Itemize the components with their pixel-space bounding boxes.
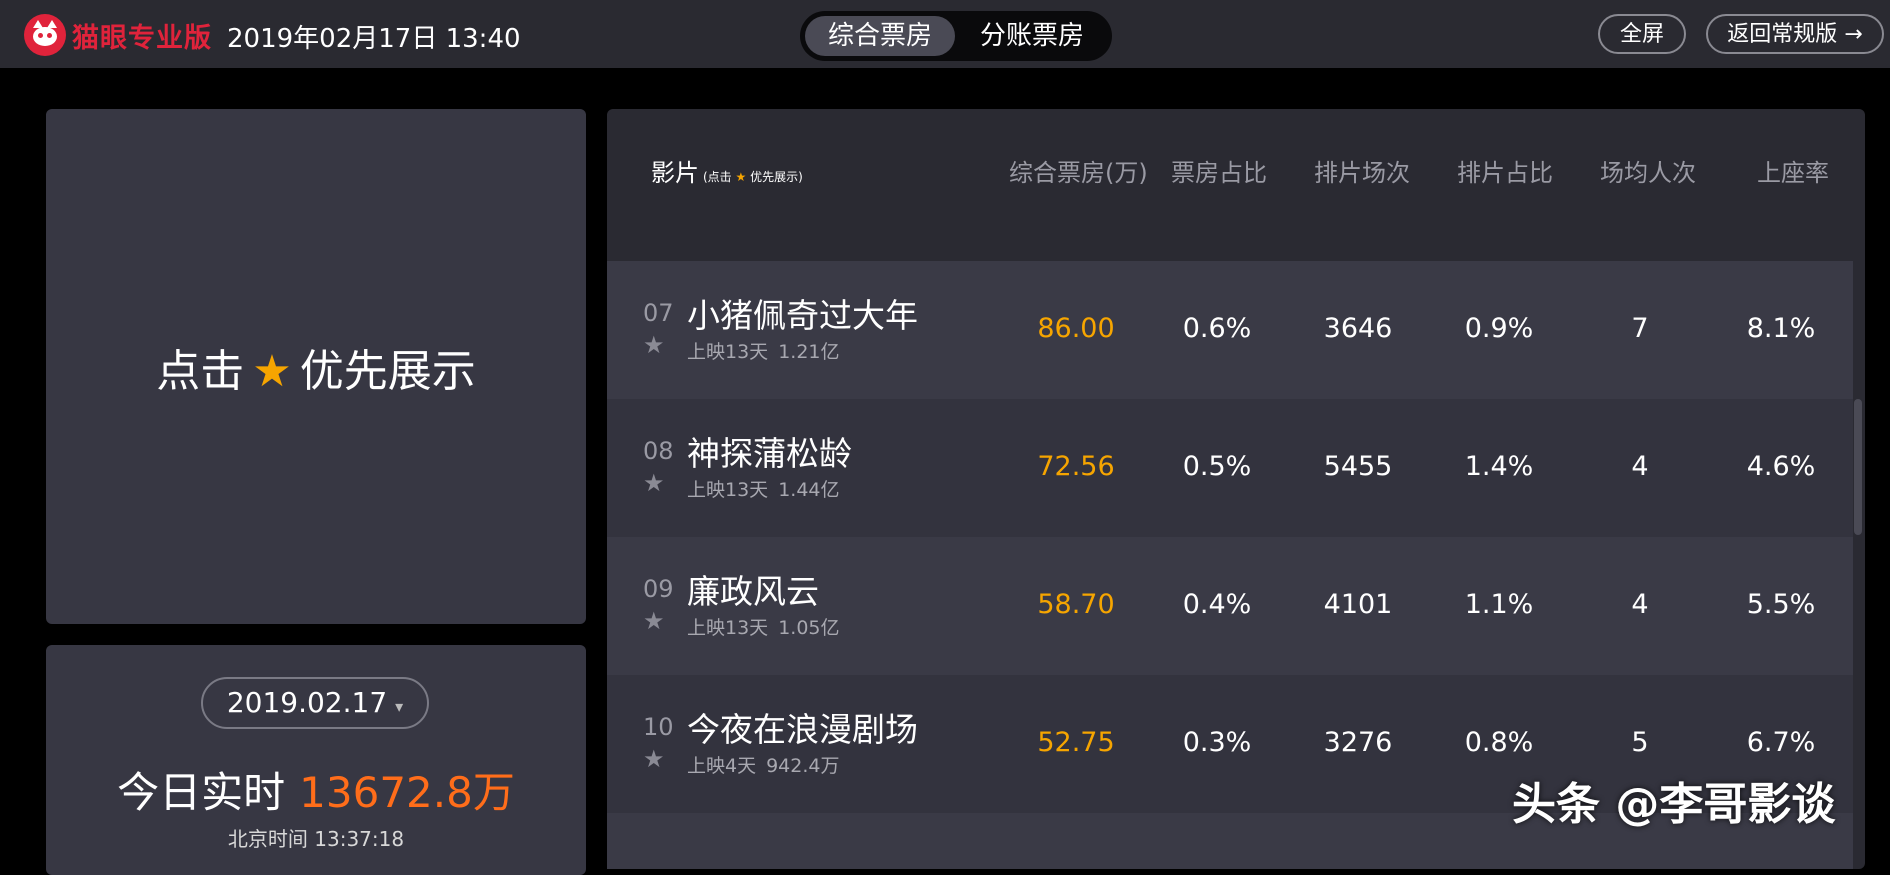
priority-prompt: 点击 ★ 优先展示: [46, 335, 586, 399]
table-row[interactable]: 09 ★ 廉政风云 上映13天 1.05亿 58.70 0.4% 4101 1.1…: [607, 537, 1853, 675]
cat-logo-icon: [24, 14, 66, 56]
film-meta: 上映4天 942.4万: [687, 751, 840, 778]
star-icon[interactable]: ★: [643, 331, 665, 359]
days-released: 上映4天: [687, 755, 757, 777]
avg-per-show-value: 4: [1631, 589, 1649, 620]
header-avg-per-show[interactable]: 场均人次: [1600, 153, 1696, 188]
total-gross: 1.05亿: [778, 617, 840, 639]
occupancy-value: 4.6%: [1746, 451, 1816, 482]
box-office-table: 影片 (点击 ★ 优先展示) 综合票房(万) 票房占比 排片场次 排片占比 场均人…: [607, 109, 1865, 869]
maoyan-logo[interactable]: 猫眼专业版: [24, 14, 212, 56]
row-rank: 08: [643, 437, 674, 465]
box-office-value: 72.56: [1037, 451, 1115, 482]
realtime-stats-panel: 2019.02.17 ▾ 今日实时 13672.8万 北京时间 13:37:18: [46, 645, 586, 875]
film-title: 今夜在浪漫剧场: [687, 710, 918, 749]
avg-per-show-value: 4: [1631, 451, 1649, 482]
realtime-total: 今日实时 13672.8万: [46, 759, 586, 820]
days-released: 上映13天: [687, 479, 769, 501]
priority-prompt-panel: 点击 ★ 优先展示: [46, 109, 586, 624]
total-gross: 942.4万: [766, 755, 840, 777]
box-office-type-switch: 综合票房 分账票房: [800, 11, 1112, 61]
back-to-standard-button[interactable]: 返回常规版 →: [1706, 14, 1884, 54]
box-office-value: 86.00: [1037, 313, 1115, 344]
screening-share-value: 1.1%: [1464, 589, 1534, 620]
fullscreen-button[interactable]: 全屏: [1598, 14, 1686, 54]
header-screening-share[interactable]: 排片占比: [1457, 153, 1553, 188]
bo-share-value: 0.4%: [1182, 589, 1252, 620]
avg-per-show-value: 7: [1631, 313, 1649, 344]
current-datetime: 2019年02月17日 13:40: [227, 24, 521, 54]
caret-down-icon: ▾: [395, 697, 404, 716]
screenings-value: 3646: [1323, 313, 1393, 344]
tab-split-box-office[interactable]: 分账票房: [957, 16, 1107, 56]
prompt-text-before: 点击: [156, 346, 245, 397]
header-film-label: 影片: [651, 159, 699, 187]
star-icon[interactable]: ★: [643, 607, 665, 635]
header-film-hint: (点击 ★ 优先展示): [703, 170, 803, 184]
table-row[interactable]: 07 ★ 小猪佩奇过大年 上映13天 1.21亿 86.00 0.6% 3646 …: [607, 261, 1853, 399]
header-box-office[interactable]: 综合票房(万): [1009, 153, 1148, 188]
screenings-value: 4101: [1323, 589, 1393, 620]
date-value: 2019.02.17: [226, 686, 388, 719]
screening-share-value: 0.8%: [1464, 727, 1534, 758]
screening-share-value: 1.4%: [1464, 451, 1534, 482]
logo-text: 猫眼专业版: [72, 22, 212, 54]
bo-share-value: 0.6%: [1182, 313, 1252, 344]
bo-share-value: 0.5%: [1182, 451, 1252, 482]
row-rank: 07: [643, 299, 674, 327]
film-title: 小猪佩奇过大年: [687, 296, 918, 335]
hint-before: (点击: [703, 170, 732, 184]
film-meta: 上映13天 1.21亿: [687, 337, 840, 364]
total-gross: 1.44亿: [778, 479, 840, 501]
box-office-value: 58.70: [1037, 589, 1115, 620]
star-icon[interactable]: ★: [643, 745, 665, 773]
total-gross: 1.21亿: [778, 341, 840, 363]
header-film: 影片 (点击 ★ 优先展示): [651, 153, 803, 188]
table-row[interactable]: 08 ★ 神探蒲松龄 上映13天 1.44亿 72.56 0.5% 5455 1.…: [607, 399, 1853, 537]
table-scrollbar[interactable]: [1854, 399, 1862, 535]
realtime-label: 今日实时: [117, 768, 286, 817]
screening-share-value: 0.9%: [1464, 313, 1534, 344]
days-released: 上映13天: [687, 341, 769, 363]
tab-combined-box-office[interactable]: 综合票房: [805, 16, 955, 56]
film-title: 神探蒲松龄: [687, 434, 852, 473]
film-meta: 上映13天 1.05亿: [687, 613, 840, 640]
film-meta: 上映13天 1.44亿: [687, 475, 840, 502]
row-rank: 10: [643, 713, 674, 741]
top-bar: 猫眼专业版 2019年02月17日 13:40 综合票房 分账票房 全屏 返回常…: [0, 0, 1890, 68]
star-icon[interactable]: ★: [643, 469, 665, 497]
prompt-text-after: 优先展示: [299, 346, 476, 397]
screenings-value: 5455: [1323, 451, 1393, 482]
date-selector[interactable]: 2019.02.17 ▾: [201, 677, 429, 729]
realtime-amount: 13672.8万: [299, 768, 515, 817]
occupancy-value: 5.5%: [1746, 589, 1816, 620]
occupancy-value: 6.7%: [1746, 727, 1816, 758]
beijing-time: 北京时间 13:37:18: [227, 827, 405, 851]
screenings-value: 3276: [1323, 727, 1393, 758]
header-bo-share[interactable]: 票房占比: [1171, 153, 1267, 188]
bo-share-value: 0.3%: [1182, 727, 1252, 758]
days-released: 上映13天: [687, 617, 769, 639]
row-rank: 09: [643, 575, 674, 603]
header-screenings[interactable]: 排片场次: [1314, 153, 1410, 188]
watermark: 头条 @李哥影谈: [1512, 779, 1836, 830]
table-header: 影片 (点击 ★ 优先展示) 综合票房(万) 票房占比 排片场次 排片占比 场均人…: [607, 109, 1865, 229]
avg-per-show-value: 5: [1631, 727, 1649, 758]
box-office-value: 52.75: [1037, 727, 1115, 758]
header-occupancy[interactable]: 上座率: [1757, 153, 1829, 188]
occupancy-value: 8.1%: [1746, 313, 1816, 344]
film-title: 廉政风云: [687, 572, 819, 611]
hint-star-icon: ★: [735, 170, 747, 184]
star-icon: ★: [252, 346, 292, 397]
hint-after: 优先展示): [750, 170, 803, 184]
